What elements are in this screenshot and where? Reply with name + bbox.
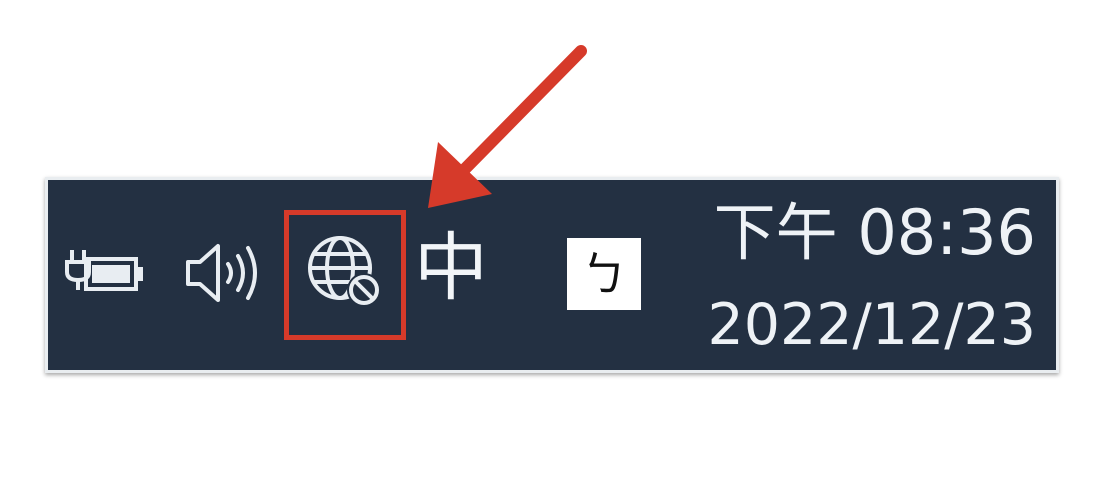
red-arrow-annotation-icon bbox=[428, 45, 587, 208]
screenshot-stage: 中 ㄅ 下午 08:36 2022/12/23 bbox=[0, 0, 1108, 496]
